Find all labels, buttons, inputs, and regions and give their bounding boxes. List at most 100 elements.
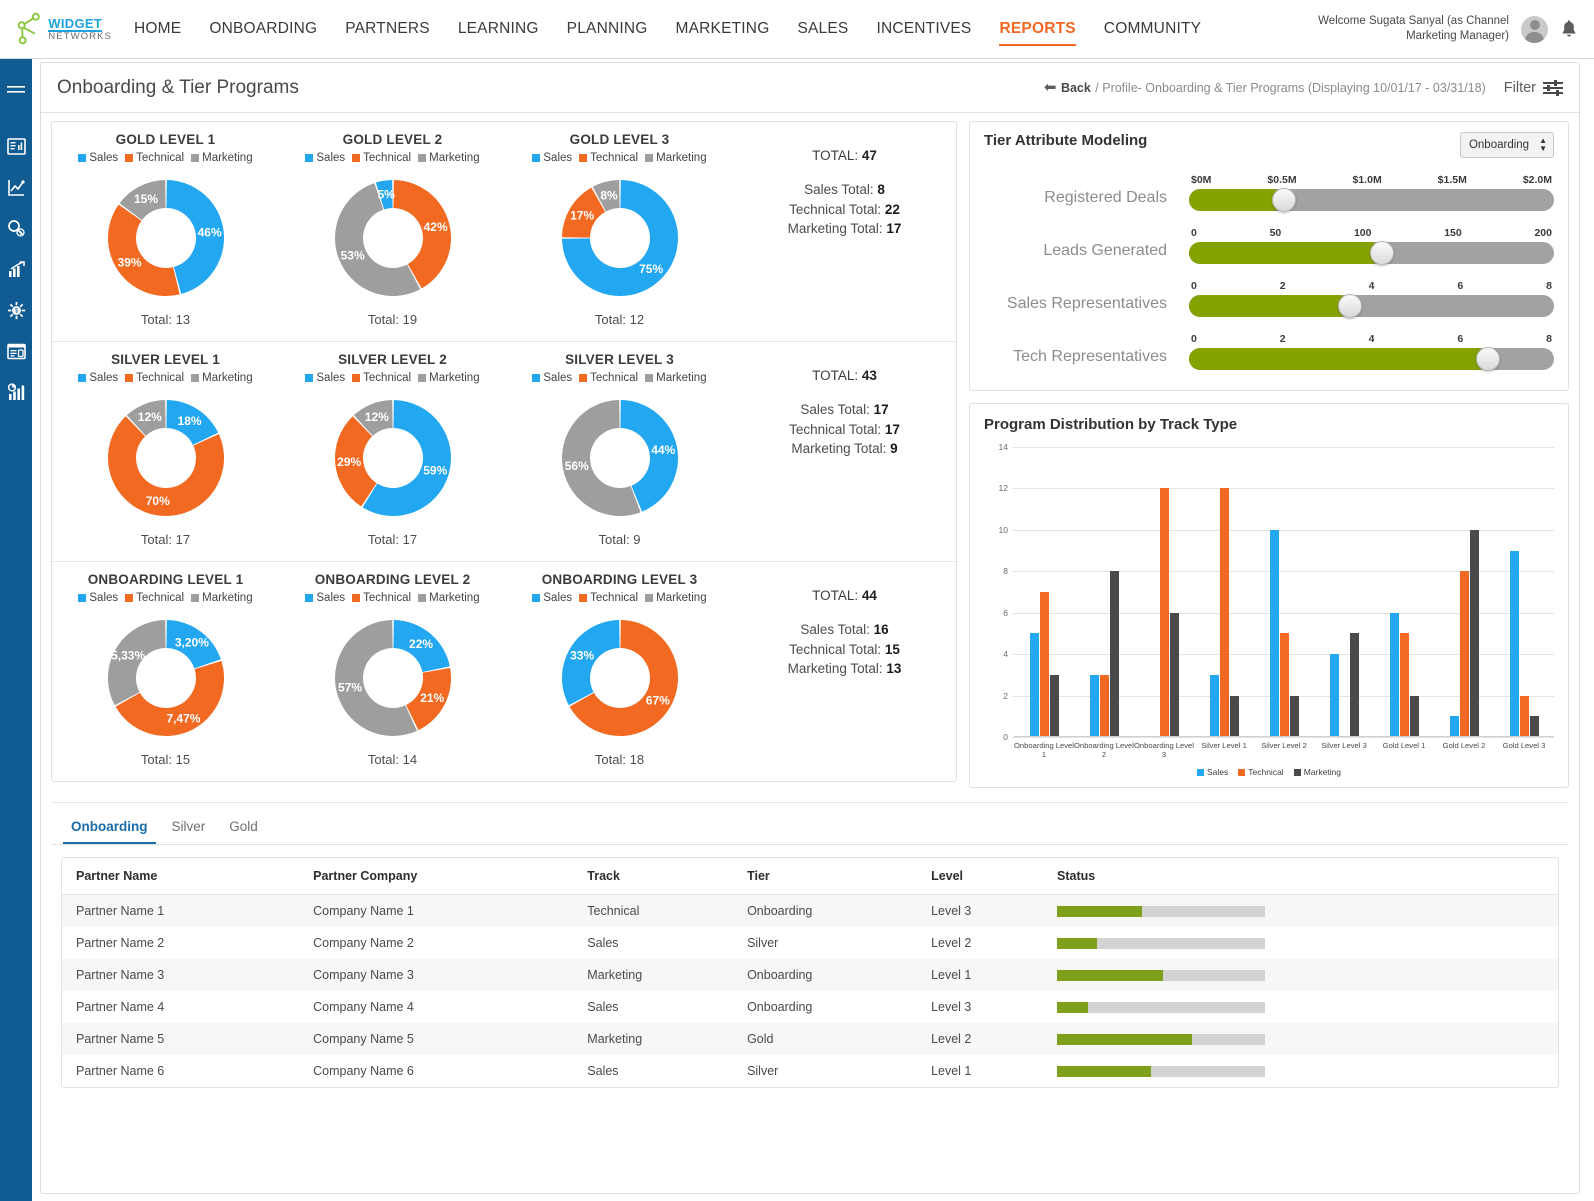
cell-partner: Partner Name 3 [76, 968, 165, 982]
legend-sales: Sales [532, 372, 572, 384]
bar-legend-label: Technical [1248, 767, 1284, 777]
line-chart-icon[interactable] [0, 167, 32, 208]
donut-segment-label: 33% [570, 649, 594, 663]
slider-tick: 4 [1368, 333, 1375, 345]
legend-sales: Sales [78, 372, 118, 384]
slider-tick: 0 [1191, 280, 1197, 292]
donut-grid-column: GOLD LEVEL 1 Sales Technical Marketing 4… [51, 121, 957, 788]
donut-segment-label: 56% [564, 459, 588, 473]
bar-technical [1159, 488, 1169, 737]
bar-chart-icon[interactable] [0, 372, 32, 413]
donut-segment-label: 75% [639, 262, 663, 276]
nav-item-planning[interactable]: PLANNING [553, 0, 662, 58]
top-navigation-bar: WIDGET NETWORKS HOME ONBOARDING PARTNERS LE… [0, 0, 1594, 59]
donut-total: Total: 17 [367, 532, 418, 547]
donut-segment-label: 70% [145, 494, 169, 508]
filter-button[interactable]: Filter [1504, 79, 1563, 96]
donut-row: GOLD LEVEL 1 Sales Technical Marketing 4… [52, 122, 956, 342]
table-row[interactable]: Partner Name 5 Company Name 5 Marketing Gol… [62, 1023, 1558, 1055]
tab-gold[interactable]: Gold [221, 815, 266, 844]
table-row[interactable]: Partner Name 2 Company Name 2 Sales Silver L… [62, 927, 1558, 959]
gear-money-icon[interactable]: $ [0, 290, 32, 331]
slider-area: 0 2 4 6 8 [1189, 333, 1554, 371]
svg-text:$: $ [19, 230, 22, 235]
bar-chart-x-labels: Onboarding Level 1 Onboarding Level 2 Onbo… [1014, 741, 1554, 759]
table-row[interactable]: Partner Name 4 Company Name 4 Sales Onboard… [62, 991, 1558, 1023]
nav-item-onboarding[interactable]: ONBOARDING [195, 0, 331, 58]
slider-list: Registered Deals $0M $0.5M $1.0M $1.5M $2.0M… [984, 174, 1554, 371]
donut-segment-label: 46% [197, 225, 221, 239]
nav-item-incentives[interactable]: INCENTIVES [862, 0, 985, 58]
tab-silver[interactable]: Silver [164, 815, 214, 844]
cell-level: Level 1 [931, 968, 972, 982]
tier-select-dropdown[interactable]: Onboarding ▲ ▼ [1459, 132, 1554, 158]
donut-segment-label: 12% [137, 410, 161, 424]
donut-legend: Sales Technical Marketing [52, 152, 279, 164]
slider-tick: $1.5M [1437, 174, 1467, 186]
legend-marketing: Marketing [191, 592, 253, 604]
report-invoice-icon[interactable] [0, 126, 32, 167]
donut-chart: 44% 56% [561, 400, 678, 516]
avatar[interactable] [1521, 15, 1548, 43]
nav-item-home[interactable]: HOME [120, 0, 195, 58]
legend-technical-label: Technical [136, 152, 185, 164]
slider-tick: $1.0M [1352, 174, 1382, 186]
slider-track[interactable] [1189, 347, 1554, 371]
donut-segment-label: 3,20% [174, 635, 208, 649]
nav-item-marketing[interactable]: MARKETING [662, 0, 784, 58]
slider-track[interactable] [1189, 241, 1554, 265]
nav-item-sales[interactable]: SALES [783, 0, 862, 58]
slider-knob[interactable] [1370, 241, 1395, 265]
document-report-icon[interactable] [0, 331, 32, 372]
x-axis-label: Gold Level 3 [1502, 741, 1546, 750]
hamburger-menu-icon[interactable] [0, 69, 32, 110]
table-row[interactable]: Partner Name 3 Company Name 3 Marketing Onb… [62, 959, 1558, 991]
nav-item-reports[interactable]: REPORTS [985, 0, 1089, 58]
slider-track[interactable] [1189, 188, 1554, 212]
table-row[interactable]: Partner Name 1 Company Name 1 Technical Onb… [62, 894, 1558, 928]
slider-knob[interactable] [1271, 188, 1296, 212]
tab-onboarding[interactable]: Onboarding [63, 815, 156, 844]
x-axis-label: Onboarding Level 2 [1074, 741, 1134, 759]
legend-technical-label: Technical [363, 152, 412, 164]
bar-technical [1219, 488, 1229, 737]
brand-logo[interactable]: WIDGET NETWORKS [16, 12, 112, 46]
legend-sales-label: Sales [316, 372, 346, 384]
bar-chart-title: Program Distribution by Track Type [984, 416, 1238, 433]
status-progress-fill [1057, 905, 1143, 917]
back-link[interactable]: Back [1061, 81, 1091, 95]
cell-partner: Partner Name 5 [76, 1032, 165, 1046]
bar-marketing [1349, 633, 1359, 737]
bar-group [1434, 447, 1494, 737]
back-arrow-icon[interactable]: ⬅ [1044, 79, 1057, 96]
report-page: Onboarding & Tier Programs ⬅ Back / Prof… [40, 62, 1580, 1194]
cell-level: Level 3 [931, 1000, 972, 1014]
search-money-icon[interactable]: $ [0, 208, 32, 249]
legend-sales-label: Sales [543, 592, 573, 604]
technical-total: Technical Total: 17 [789, 421, 900, 437]
bar-marketing [1049, 674, 1059, 737]
slider-fill [1189, 189, 1284, 211]
slider-knob[interactable] [1476, 347, 1501, 371]
column-header: Tier [733, 858, 918, 895]
slider-track[interactable] [1189, 294, 1554, 318]
bar-groups [1014, 447, 1554, 737]
nav-item-community[interactable]: COMMUNITY [1090, 0, 1215, 58]
slider-knob[interactable] [1337, 294, 1362, 318]
legend-marketing-label: Marketing [656, 592, 707, 604]
slider-tick: 0 [1191, 227, 1197, 239]
cell-status [1043, 895, 1558, 928]
nav-item-partners[interactable]: PARTNERS [331, 0, 444, 58]
nav-item-learning[interactable]: LEARNING [444, 0, 553, 58]
slider-tick: 200 [1534, 227, 1552, 239]
partner-table-wrapper: Partner Name Partner Company Track Tier Leve… [61, 857, 1559, 1088]
table-row[interactable]: Partner Name 6 Company Name 6 Sales Silver L… [62, 1055, 1558, 1087]
tier-attribute-modeling-card: Tier Attribute Modeling Onboarding ▲ ▼ Re… [969, 121, 1569, 391]
growth-chart-icon[interactable] [0, 249, 32, 290]
legend-sales: Sales [305, 592, 345, 604]
slider-fill [1189, 242, 1383, 264]
cell-partner: Partner Name 1 [76, 904, 165, 918]
notification-bell-icon[interactable] [1560, 19, 1578, 39]
legend-marketing: Marketing [645, 592, 707, 604]
bar-technical [1099, 674, 1109, 737]
